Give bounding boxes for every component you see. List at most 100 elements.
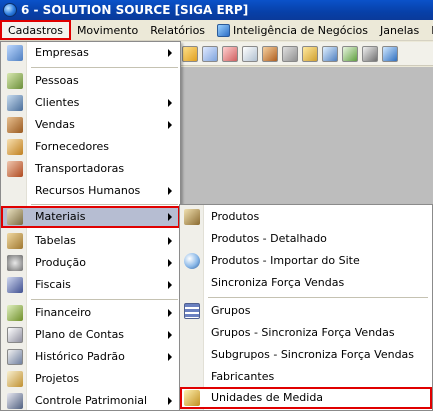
title-bar: 6 - SOLUTION SOURCE [SIGA ERP] [0,0,433,20]
submenu-arrow-icon [168,213,172,221]
submenu-arrow-icon [168,397,172,405]
menu-item-label: Histórico Padrão [35,350,125,363]
menu-inteligencia-label: Inteligência de Negócios [233,23,369,37]
submenu-item-label: Produtos - Detalhado [211,232,327,245]
submenu-item-fabricantes[interactable]: Fabricantes [180,366,432,388]
menu-item-tabelas[interactable]: Tabelas [1,230,180,252]
projects-icon [7,371,23,387]
people-icon [7,73,23,89]
submenu-item-produtos-detalhado[interactable]: Produtos - Detalhado [180,228,432,250]
supplier-icon [7,139,23,155]
submenu-arrow-icon [168,259,172,267]
menu-cadastros[interactable]: Cadastros [0,20,71,40]
tables-icon [7,233,23,249]
materiais-submenu: Produtos Produtos - Detalhado Produtos -… [179,204,433,411]
menu-janelas-label: Janelas [380,23,420,37]
menu-item-label: Transportadoras [35,162,125,175]
clients-icon [7,95,23,111]
toolbar-table-icon[interactable] [322,45,338,62]
toolbar-money-icon[interactable] [342,45,358,62]
menu-item-transportadoras[interactable]: Transportadoras [1,158,180,180]
product-icon [184,209,200,225]
menu-item-controle-patrimonial[interactable]: Controle Patrimonial [1,390,180,411]
submenu-arrow-icon [168,309,172,317]
menu-item-label: Financeiro [35,306,92,319]
submenu-item-label: Unidades de Medida [211,391,324,404]
menu-cadastros-label: Cadastros [8,23,63,37]
menu-item-fornecedores[interactable]: Fornecedores [1,136,180,158]
menu-help[interactable]: H [425,21,433,40]
submenu-item-produtos[interactable]: Produtos [180,206,432,228]
cadastros-dropdown: Empresas Pessoas Clientes Vendas Fornece… [0,41,181,411]
submenu-arrow-icon [168,353,172,361]
submenu-arrow-icon [168,99,172,107]
submenu-item-grupos-sincroniza[interactable]: Grupos - Sincroniza Força Vendas [180,322,432,344]
menu-item-label: Vendas [35,118,75,131]
menu-item-label: Empresas [35,46,89,59]
submenu-arrow-icon [168,187,172,195]
toolbar-search-icon[interactable] [282,45,298,62]
menu-relatorios[interactable]: Relatórios [144,21,211,40]
submenu-item-subgrupos-sincroniza[interactable]: Subgrupos - Sincroniza Força Vendas [180,344,432,366]
menu-item-label: Tabelas [35,234,76,247]
globe-icon [184,253,200,269]
menu-item-pessoas[interactable]: Pessoas [1,70,180,92]
submenu-item-label: Produtos - Importar do Site [211,254,360,267]
submenu-item-label: Fabricantes [211,370,275,383]
submenu-item-label: Grupos - Sincroniza Força Vendas [211,326,395,339]
history-icon [7,349,23,365]
building-icon [7,45,23,61]
menu-item-empresas[interactable]: Empresas [1,42,180,64]
toolbar-db-icon[interactable] [302,45,318,62]
menu-item-label: Produção [35,256,86,269]
menu-item-label: Fiscais [35,278,71,291]
menu-item-financeiro[interactable]: Financeiro [1,302,180,324]
menu-bar: Cadastros Movimento Relatórios Inteligên… [0,20,433,41]
toolbar-calc-icon[interactable] [362,45,378,62]
menu-movimento[interactable]: Movimento [71,21,144,40]
bi-icon [217,23,231,37]
materials-icon [7,209,23,225]
toolbar-window-icon[interactable] [382,45,398,62]
menu-relatorios-label: Relatórios [150,23,206,37]
menu-item-materiais[interactable]: Materiais [1,206,180,228]
accounts-icon [7,327,23,343]
asset-icon [7,393,23,409]
menu-item-clientes[interactable]: Clientes [1,92,180,114]
submenu-item-grupos[interactable]: Grupos [180,300,432,322]
menu-separator [31,67,178,68]
menu-item-label: Clientes [35,96,80,109]
menu-item-vendas[interactable]: Vendas [1,114,180,136]
menu-item-fiscais[interactable]: Fiscais [1,274,180,296]
submenu-arrow-icon [168,237,172,245]
submenu-separator [208,297,428,298]
fiscal-icon [7,277,23,293]
menu-item-label: Materiais [35,210,86,223]
toolbar-chart-icon[interactable] [202,45,218,62]
gears-icon [7,255,23,271]
scale-icon [184,390,200,406]
window-title: 6 - SOLUTION SOURCE [SIGA ERP] [21,3,249,17]
briefcase-icon [7,117,23,133]
menu-item-historico-padrao[interactable]: Histórico Padrão [1,346,180,368]
menu-separator [31,299,178,300]
menu-inteligencia[interactable]: Inteligência de Negócios [211,21,374,40]
menu-separator [31,204,178,205]
menu-janelas[interactable]: Janelas [374,21,425,40]
submenu-arrow-icon [168,121,172,129]
menu-item-label: Projetos [35,372,80,385]
menu-item-recursos-humanos[interactable]: Recursos Humanos [1,180,180,202]
menu-item-producao[interactable]: Produção [1,252,180,274]
menu-item-label: Controle Patrimonial [35,394,148,407]
submenu-item-label: Sincroniza Força Vendas [211,276,345,289]
toolbar-open-icon[interactable] [182,45,198,62]
menu-item-projetos[interactable]: Projetos [1,368,180,390]
app-icon [3,3,17,17]
toolbar-calendar-icon[interactable] [222,45,238,62]
toolbar-doc-icon[interactable] [242,45,258,62]
toolbar-truck-icon[interactable] [262,45,278,62]
submenu-item-sincroniza-forca-vendas[interactable]: Sincroniza Força Vendas [180,272,432,294]
submenu-item-produtos-importar[interactable]: Produtos - Importar do Site [180,250,432,272]
menu-item-plano-de-contas[interactable]: Plano de Contas [1,324,180,346]
submenu-item-unidades-de-medida[interactable]: Unidades de Medida [180,387,432,409]
